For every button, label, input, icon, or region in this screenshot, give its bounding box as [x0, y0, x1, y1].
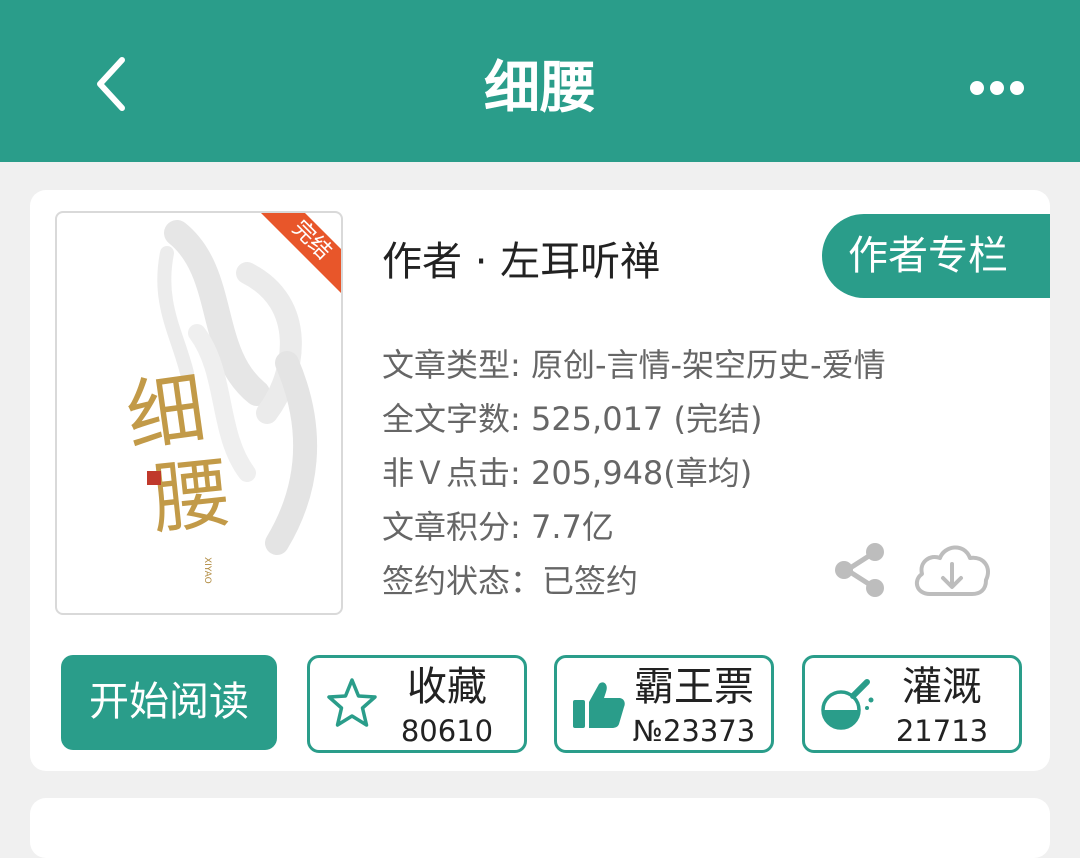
info-word-count: 全文字数: 525,017 (完结) — [382, 400, 763, 438]
star-icon — [327, 678, 377, 727]
share-icon — [835, 543, 884, 597]
start-reading-button[interactable]: 开始阅读 — [61, 655, 277, 750]
back-button[interactable] — [80, 52, 140, 116]
favorite-count: 80610 — [400, 714, 494, 748]
cover-title-char-1: 细 — [121, 364, 211, 464]
page-title: 细腰 — [484, 56, 596, 121]
flask-icon — [821, 679, 874, 730]
cloud-download-icon — [914, 545, 990, 596]
cover-title-char-2: 腰 — [148, 448, 235, 546]
cover-subtext: XIYAO — [202, 557, 212, 584]
favorite-button[interactable]: 收藏 80610 — [307, 655, 527, 753]
vote-count: №23373 — [632, 714, 756, 748]
book-info-list: 文章类型: 原创-言情-架空历史-爱情 全文字数: 525,017 (完结) 非… — [382, 338, 886, 608]
nutrient-button[interactable]: 灌溉 21713 — [802, 655, 1022, 753]
vote-label: 霸王票 — [634, 664, 754, 710]
cover-seal — [147, 471, 161, 485]
info-sign-status: 签约状态：已签约 — [382, 562, 639, 600]
info-genre: 文章类型: 原创-言情-架空历史-爱情 — [382, 346, 886, 384]
top-bar: 细腰 — [0, 0, 1080, 162]
next-section-card — [30, 798, 1050, 858]
thumbs-up-icon — [573, 682, 625, 728]
book-info-card: 完结 细 腰 XIYAO 作者 · 左耳听禅 作者专栏 文章类型: 原创-言情-… — [30, 190, 1050, 771]
download-button[interactable] — [910, 538, 994, 602]
vote-button[interactable]: 霸王票 №23373 — [554, 655, 774, 753]
chevron-left-icon — [97, 57, 125, 111]
author-column-button[interactable]: 作者专栏 — [822, 214, 1050, 298]
book-cover[interactable]: 完结 细 腰 XIYAO — [55, 211, 343, 615]
info-score: 文章积分: 7.7亿 — [382, 508, 614, 546]
info-clicks: 非Ｖ点击: 205,948(章均) — [382, 454, 753, 492]
favorite-label: 收藏 — [407, 664, 487, 710]
more-dots-icon — [970, 81, 1024, 95]
author-name[interactable]: 作者 · 左耳听禅 — [382, 234, 660, 290]
nutrient-count: 21713 — [895, 714, 989, 748]
share-button[interactable] — [830, 540, 890, 600]
more-button[interactable] — [962, 70, 1032, 106]
nutrient-label: 灌溉 — [902, 664, 982, 710]
